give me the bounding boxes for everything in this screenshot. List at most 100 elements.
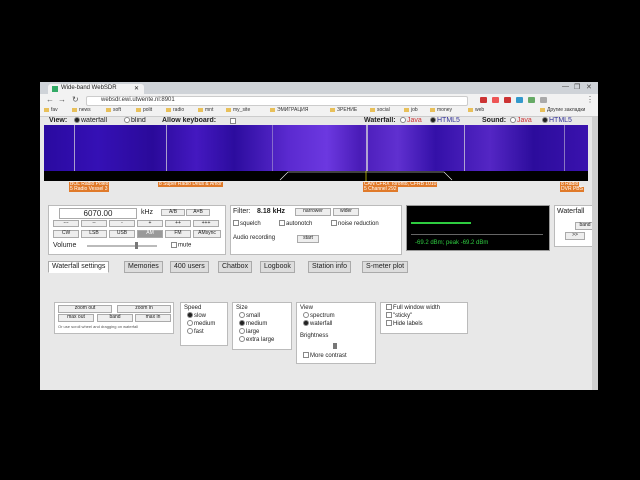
view-spectrum-radio[interactable]: spectrum <box>303 312 335 320</box>
reload-icon[interactable]: ↻ <box>72 95 79 104</box>
brightness-slider[interactable] <box>333 343 337 349</box>
a-equals-b-button[interactable]: A=B <box>186 209 210 216</box>
station-label[interactable]: DVR PBS <box>560 187 584 192</box>
extension-icon[interactable] <box>516 97 523 103</box>
bookmark-item[interactable]: social <box>370 107 390 113</box>
tab-logbook[interactable]: Logbook <box>260 261 295 273</box>
bookmark-item[interactable]: ЭМИГРАЦИЯ <box>270 107 308 113</box>
mode-am-button[interactable]: AM <box>137 230 163 238</box>
ab-button[interactable]: A/B <box>161 209 185 216</box>
sticky-checkbox[interactable]: "sticky" <box>386 312 412 320</box>
sound-java-radio[interactable]: Java <box>510 117 532 124</box>
view-waterfall-radio[interactable]: waterfall <box>74 117 107 124</box>
more-contrast-checkbox[interactable]: More contrast <box>303 352 347 360</box>
minimize-icon[interactable]: — <box>562 83 569 90</box>
extension-icon[interactable] <box>504 97 511 103</box>
tab-s-meter-plot[interactable]: S-meter plot <box>362 261 409 273</box>
max-out-button[interactable]: max out <box>58 314 94 322</box>
sound-html5-radio[interactable]: HTML5 <box>542 117 572 124</box>
waterfall-java-radio[interactable]: Java <box>400 117 422 124</box>
full-window-width-checkbox[interactable]: Full window width <box>386 304 440 312</box>
waterfall-display[interactable] <box>44 125 588 171</box>
passband-marker <box>279 171 453 181</box>
bookmark-item[interactable]: money <box>430 107 452 113</box>
bookmark-item[interactable]: polit <box>136 107 152 113</box>
size-extra-large-radio[interactable]: extra large <box>239 336 274 344</box>
bookmark-item[interactable]: radio <box>166 107 184 113</box>
size-small-radio[interactable]: small <box>239 312 260 320</box>
narrower-button[interactable]: narrower <box>295 208 331 216</box>
frequency-input[interactable]: 6070.00 <box>59 208 137 219</box>
back-icon[interactable]: ← <box>46 95 54 104</box>
extension-icon[interactable] <box>528 97 535 103</box>
zoom-out-button[interactable]: zoom out <box>58 305 112 313</box>
size-medium-radio[interactable]: medium <box>239 320 267 328</box>
mute-checkbox[interactable]: mute <box>171 242 191 249</box>
browser-tab[interactable]: Wide-band WebSDR ✕ <box>48 84 144 94</box>
frequency-scale[interactable] <box>44 171 588 181</box>
allow-keyboard-checkbox[interactable] <box>230 118 237 125</box>
hide-labels-checkbox[interactable]: Hide labels <box>386 320 423 328</box>
mode-lsb-button[interactable]: LSB <box>81 230 107 238</box>
zoom-in-button[interactable]: zoom in <box>117 305 171 313</box>
bookmark-item[interactable]: ЗРЕНИЕ <box>330 107 357 113</box>
step-down-2-button[interactable]: -- <box>81 220 107 227</box>
band-zoom-button[interactable]: band <box>97 314 133 322</box>
sound-label: Sound: <box>482 117 507 124</box>
bookmark-item[interactable]: job <box>404 107 418 113</box>
bookmark-item[interactable]: fav <box>44 107 58 113</box>
speed-slow-radio[interactable]: slow <box>187 312 206 320</box>
bookmark-item[interactable]: soft <box>106 107 121 113</box>
close-tab-icon[interactable]: ✕ <box>134 85 139 92</box>
mode-fm-button[interactable]: FM <box>165 230 191 238</box>
autonotch-checkbox[interactable]: autonotch <box>279 220 312 228</box>
maximize-icon[interactable]: ❐ <box>574 83 580 91</box>
squelch-checkbox[interactable]: squelch <box>233 220 261 228</box>
close-window-icon[interactable]: ✕ <box>586 83 592 91</box>
extension-icon[interactable] <box>480 97 487 103</box>
station-label[interactable]: 5 Channel 292 <box>363 187 398 192</box>
tab-waterfall-settings[interactable]: Waterfall settings <box>48 261 110 273</box>
filter-label: Filter: <box>233 208 251 215</box>
tab-chatbox[interactable]: Chatbox <box>218 261 253 273</box>
bookmark-item[interactable]: news <box>72 107 91 113</box>
mode-amsync-button[interactable]: AMsync <box>193 230 221 238</box>
volume-slider-track[interactable] <box>87 245 157 247</box>
mode-usb-button[interactable]: USB <box>109 230 135 238</box>
next-button[interactable]: >> <box>565 232 585 240</box>
band-button[interactable]: band <box>575 222 592 230</box>
view-waterfall-settings-radio[interactable]: waterfall <box>303 320 332 328</box>
waterfall-html5-radio[interactable]: HTML5 <box>430 117 460 124</box>
forward-icon[interactable]: → <box>58 95 66 104</box>
extension-icon[interactable] <box>492 97 499 103</box>
wider-button[interactable]: wider <box>333 208 359 216</box>
step-down-1-button[interactable]: - <box>109 220 135 227</box>
speed-medium-radio[interactable]: medium <box>187 320 215 328</box>
start-recording-button[interactable]: start <box>297 235 319 243</box>
step-up-1-button[interactable]: + <box>137 220 163 227</box>
url-input[interactable]: websdr.ewi.utwente.nl:8901 <box>86 96 468 106</box>
tab-memories[interactable]: Memories <box>124 261 163 273</box>
frequency-unit: kHz <box>141 209 154 216</box>
bookmark-item[interactable]: mnt <box>198 107 213 113</box>
max-in-button[interactable]: max in <box>135 314 171 322</box>
step-up-2-button[interactable]: ++ <box>165 220 191 227</box>
speed-fast-radio[interactable]: fast <box>187 328 204 336</box>
bookmark-item[interactable]: web <box>468 107 484 113</box>
station-label[interactable]: 8 Super Radio Deus & Amor <box>158 182 223 187</box>
view-blind-radio[interactable]: blind <box>124 117 146 124</box>
extension-icon[interactable] <box>540 97 547 103</box>
bookmark-item[interactable]: my_site <box>226 107 250 113</box>
tab-users[interactable]: 400 users <box>170 261 209 273</box>
noise-reduction-checkbox[interactable]: noise reduction <box>331 220 379 228</box>
step-down-3-button[interactable]: --- <box>53 220 79 227</box>
size-large-radio[interactable]: large <box>239 328 259 336</box>
bookmark-item[interactable]: Другие закладки <box>540 107 585 113</box>
page-scrollbar[interactable] <box>592 117 598 390</box>
menu-icon[interactable]: ⋮ <box>586 95 594 104</box>
station-label[interactable]: 5 Radio Vessel 3 <box>69 187 109 192</box>
step-up-3-button[interactable]: +++ <box>193 220 219 227</box>
mode-cw-button[interactable]: CW <box>53 230 79 238</box>
tab-station-info[interactable]: Station info <box>308 261 352 273</box>
volume-slider-thumb[interactable] <box>135 242 138 249</box>
